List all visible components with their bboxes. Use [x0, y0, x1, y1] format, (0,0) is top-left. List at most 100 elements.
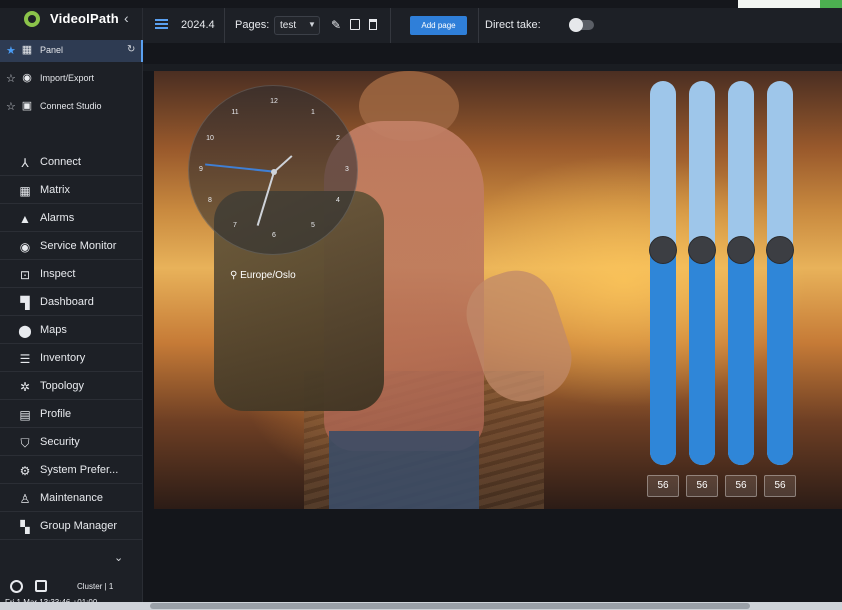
gear-icon: ⚙: [19, 464, 31, 478]
sidebar-item-topology[interactable]: ✲ Topology: [0, 373, 143, 400]
sidebar-item-label: Connect: [40, 156, 81, 168]
panel-icon: ▦: [21, 44, 33, 56]
pencil-icon[interactable]: ✎: [331, 18, 341, 32]
clock-number: 2: [336, 135, 340, 142]
sidebar-item-security[interactable]: ⛉ Security: [0, 429, 143, 456]
analog-clock-widget[interactable]: 12 1 2 3 4 5 6 7 8 9 10 11: [188, 85, 358, 255]
slider-thumb[interactable]: [649, 236, 677, 264]
slider-value-input[interactable]: 56: [686, 475, 718, 497]
version-label: 2024.4: [181, 19, 215, 31]
delete-icon[interactable]: [369, 19, 377, 30]
sidebar: VideoIPath ‹ ★ ▦ Panel ↻ ☆ ◉ Import/Expo…: [0, 8, 143, 610]
clock-timezone: ⚲ Europe/Oslo: [230, 270, 296, 281]
add-page-button[interactable]: Add page: [410, 16, 467, 35]
favorite-label: Connect Studio: [40, 101, 102, 111]
videoipath-logo-icon: [24, 11, 40, 27]
topology-icon: ✲: [19, 380, 31, 394]
page-select[interactable]: test ▼: [274, 16, 320, 35]
sidebar-item-label: Group Manager: [40, 520, 118, 532]
background-image-jeans: [329, 431, 479, 509]
user-icon[interactable]: [10, 580, 23, 593]
chevron-down-icon[interactable]: ⌄: [114, 551, 123, 564]
sidebar-item-dashboard[interactable]: ▜ Dashboard: [0, 289, 143, 316]
scrollbar-thumb[interactable]: [150, 603, 750, 609]
sidebar-item-label: Inventory: [40, 352, 86, 364]
favorite-label: Import/Export: [40, 73, 95, 83]
sidebar-item-inventory[interactable]: ☰ Inventory: [0, 345, 143, 372]
sidebar-item-label: Dashboard: [40, 296, 94, 308]
slider-fill: [689, 250, 715, 465]
clock-number: 1: [311, 109, 315, 116]
sidebar-item-connect[interactable]: ⅄ Connect: [0, 149, 143, 176]
chevron-left-icon[interactable]: ‹: [124, 10, 129, 26]
chevron-down-icon: ▼: [308, 20, 316, 29]
favorite-label: Panel: [40, 45, 64, 55]
clock-timezone-label: Europe/Oslo: [240, 270, 296, 281]
map-pin-icon: ⚲: [230, 270, 238, 281]
favorite-item-panel[interactable]: ★ ▦ Panel ↻: [0, 40, 143, 62]
fader-slider[interactable]: [727, 81, 755, 465]
sidebar-item-group-manager[interactable]: ▚ Group Manager: [0, 513, 143, 540]
sidebar-item-matrix[interactable]: ▦ Matrix: [0, 177, 143, 204]
sidebar-item-label: Topology: [40, 380, 85, 392]
toolbar-divider: [390, 8, 391, 43]
slider-value-input[interactable]: 56: [764, 475, 796, 497]
slider-thumb[interactable]: [688, 236, 716, 264]
star-outline-icon[interactable]: ☆: [6, 72, 16, 85]
menu-icon[interactable]: [155, 19, 168, 29]
sidebar-item-system-preferences[interactable]: ⚙ System Prefer...: [0, 457, 143, 484]
logout-icon[interactable]: [35, 580, 47, 592]
direct-take-toggle[interactable]: [569, 18, 594, 32]
sidebar-item-alarms[interactable]: ▲ Alarms: [0, 205, 143, 232]
clock-second-hand: [205, 163, 275, 173]
fader-slider[interactable]: [766, 81, 794, 465]
slider-value-input[interactable]: 56: [647, 475, 679, 497]
sidebar-item-label: System Prefer...: [40, 464, 119, 476]
star-filled-icon[interactable]: ★: [6, 44, 16, 57]
map-pin-icon: ⬤: [18, 324, 32, 338]
sidebar-item-service-monitor[interactable]: ◉ Service Monitor: [0, 233, 143, 260]
sidebar-item-inspect[interactable]: ⊡ Inspect: [0, 261, 143, 288]
sidebar-item-label: Inspect: [40, 268, 76, 280]
pages-label: Pages:: [235, 19, 270, 31]
slider-thumb[interactable]: [727, 236, 755, 264]
favorite-item-connect-studio[interactable]: ☆ ▣ Connect Studio: [0, 96, 143, 118]
copy-icon[interactable]: [350, 19, 360, 30]
panel-canvas[interactable]: 12 1 2 3 4 5 6 7 8 9 10 11 ⚲ Europe/Oslo: [154, 71, 842, 509]
app-logo-text: VideoIPath: [50, 11, 119, 26]
slider-track[interactable]: [689, 81, 715, 465]
favorite-item-import-export[interactable]: ☆ ◉ Import/Export: [0, 68, 143, 90]
horizontal-scrollbar[interactable]: [0, 602, 842, 610]
refresh-icon[interactable]: ↻: [127, 44, 135, 55]
slider-track[interactable]: [728, 81, 754, 465]
clock-number: 9: [199, 166, 203, 173]
profile-icon: ▤: [19, 408, 31, 422]
fader-slider[interactable]: [649, 81, 677, 465]
page-select-value: test: [280, 20, 297, 31]
fader-slider[interactable]: [688, 81, 716, 465]
clock-number: 10: [206, 135, 214, 142]
sidebar-item-profile[interactable]: ▤ Profile: [0, 401, 143, 428]
sidebar-item-label: Alarms: [40, 212, 75, 224]
shield-icon: ⛉: [20, 436, 30, 450]
slider-value-input[interactable]: 56: [725, 475, 757, 497]
toggle-knob[interactable]: [569, 18, 583, 32]
slider-track[interactable]: [767, 81, 793, 465]
group-icon: ▚: [20, 520, 30, 534]
studio-icon: ▣: [21, 100, 33, 112]
clock-number: 6: [272, 232, 276, 239]
slider-thumb[interactable]: [766, 236, 794, 264]
logo-row: VideoIPath ‹: [0, 8, 143, 38]
dashboard-icon: ▜: [20, 296, 30, 310]
top-toolbar: 2024.4 Pages: test ▼ ✎ Add page Direct t…: [143, 8, 842, 43]
inspect-icon: ⊡: [19, 268, 31, 282]
sidebar-item-maintenance[interactable]: ♙ Maintenance: [0, 485, 143, 512]
clock-number: 8: [208, 197, 212, 204]
sidebar-item-label: Security: [40, 436, 80, 448]
slider-track[interactable]: [650, 81, 676, 465]
clock-number: 4: [336, 197, 340, 204]
star-outline-icon[interactable]: ☆: [6, 100, 16, 113]
cluster-label: Cluster | 1: [77, 582, 114, 591]
clock-number: 12: [270, 98, 278, 105]
sidebar-item-maps[interactable]: ⬤ Maps: [0, 317, 143, 344]
